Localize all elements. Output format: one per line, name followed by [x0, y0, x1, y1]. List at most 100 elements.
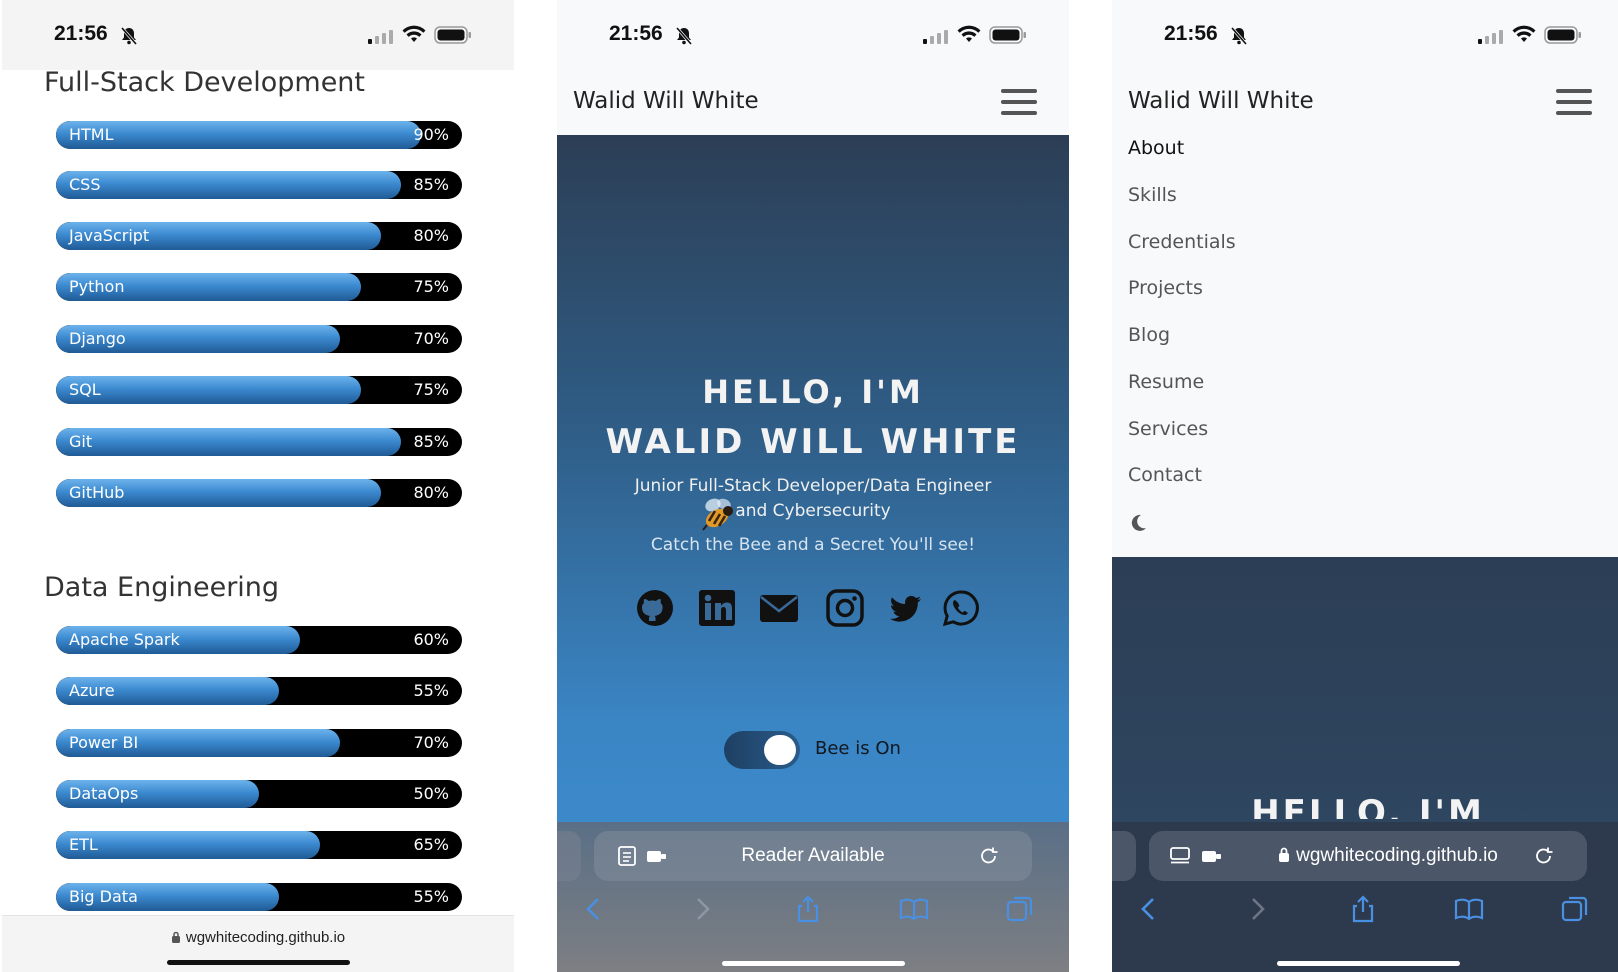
- wifi-icon: [402, 25, 426, 42]
- skill-percent: 50%: [413, 784, 449, 803]
- reload-icon[interactable]: [978, 846, 1000, 866]
- address-text: Reader Available: [741, 845, 885, 866]
- skill-percent: 70%: [413, 733, 449, 752]
- bookmarks-icon[interactable]: [899, 894, 929, 924]
- skill-name: Apache Spark: [69, 630, 180, 649]
- section-title-fullstack: Full-Stack Development: [44, 67, 366, 98]
- status-time: 21:56: [54, 22, 108, 45]
- safari-compact-address-bar[interactable]: wgwhitecoding.github.io: [2, 915, 514, 972]
- skill-percent: 90%: [413, 125, 449, 144]
- skill-name: Git: [69, 432, 93, 451]
- github-icon[interactable]: [635, 588, 675, 628]
- home-indicator: [1277, 961, 1460, 966]
- safari-toolbar: Reader Available: [557, 822, 1069, 972]
- skill-bar: HTML 90%: [56, 121, 462, 149]
- nav-link-services[interactable]: Services: [1128, 418, 1208, 440]
- bookmarks-icon[interactable]: [1454, 894, 1484, 924]
- forward-icon[interactable]: [687, 894, 717, 924]
- skill-bar: DataOps 50%: [56, 780, 462, 808]
- skill-percent: 85%: [413, 432, 449, 451]
- whatsapp-icon[interactable]: [941, 588, 981, 628]
- silent-bell-icon: [675, 27, 693, 45]
- back-icon[interactable]: [1134, 894, 1164, 924]
- skill-name: GitHub: [69, 483, 125, 502]
- wifi-icon: [957, 25, 981, 42]
- skill-bar-fill: [56, 428, 402, 456]
- skill-bar-fill: [56, 171, 402, 199]
- twitter-icon[interactable]: [885, 588, 925, 628]
- skill-bar: Git 85%: [56, 428, 462, 456]
- hero-tagline: Catch the Bee and a Secret You'll see!: [650, 535, 976, 555]
- linkedin-icon[interactable]: [697, 588, 737, 628]
- back-icon[interactable]: [579, 894, 609, 924]
- instagram-icon[interactable]: [825, 588, 865, 628]
- social-links: [635, 588, 995, 628]
- silent-bell-icon: [120, 27, 138, 45]
- address-url-text: wgwhitecoding.github.io: [1296, 845, 1498, 866]
- skill-name: Django: [69, 329, 126, 348]
- safari-toolbar: wgwhitecoding.github.io: [1112, 822, 1618, 972]
- skill-percent: 60%: [413, 630, 449, 649]
- address-bar[interactable]: Reader Available: [594, 831, 1032, 881]
- status-bar: 21:56: [2, 0, 514, 70]
- skill-percent: 85%: [413, 175, 449, 194]
- cell-signal-icon: [1478, 30, 1503, 44]
- email-icon[interactable]: [759, 588, 799, 628]
- nav-link-contact[interactable]: Contact: [1128, 464, 1202, 486]
- address-url[interactable]: wgwhitecoding.github.io: [2, 929, 514, 946]
- skill-bar: Python 75%: [56, 273, 462, 301]
- skill-name: SQL: [69, 380, 101, 399]
- skill-percent: 70%: [413, 329, 449, 348]
- nav-link-about[interactable]: About: [1128, 137, 1184, 159]
- hamburger-menu-button[interactable]: [1556, 87, 1594, 119]
- site-brand[interactable]: Walid Will White: [573, 88, 759, 114]
- skill-bar: Power BI 70%: [56, 729, 462, 757]
- bee-toggle-switch[interactable]: [724, 731, 800, 769]
- home-indicator: [722, 961, 905, 966]
- hero-subtitle-1: Junior Full-Stack Developer/Data Enginee…: [634, 476, 992, 496]
- skill-bar: Apache Spark 60%: [56, 626, 462, 654]
- hero-name: WALID WILL WHITE: [605, 422, 1021, 462]
- status-time: 21:56: [609, 22, 663, 45]
- nav-link-blog[interactable]: Blog: [1128, 324, 1170, 346]
- skill-name: ETL: [69, 835, 98, 854]
- previous-tab-stub[interactable]: [557, 831, 581, 881]
- site-navbar: Walid Will White: [1112, 70, 1618, 135]
- skill-bar: ETL 65%: [56, 831, 462, 859]
- tabs-icon[interactable]: [1560, 894, 1590, 924]
- skill-percent: 55%: [413, 681, 449, 700]
- skill-percent: 75%: [413, 277, 449, 296]
- cell-signal-icon: [923, 30, 948, 44]
- site-brand[interactable]: Walid Will White: [1128, 88, 1314, 114]
- skill-name: DataOps: [69, 784, 139, 803]
- reload-icon[interactable]: [1533, 846, 1555, 866]
- wifi-icon: [1512, 25, 1536, 42]
- share-icon[interactable]: [1348, 894, 1378, 924]
- hero-greeting-peek: HELLO, I'M: [1251, 793, 1485, 819]
- section-title-data-engineering: Data Engineering: [44, 572, 280, 603]
- nav-link-skills[interactable]: Skills: [1128, 184, 1177, 206]
- skill-bar: JavaScript 80%: [56, 222, 462, 250]
- nav-link-credentials[interactable]: Credentials: [1128, 231, 1236, 253]
- address-bar[interactable]: wgwhitecoding.github.io: [1149, 831, 1587, 881]
- forward-icon[interactable]: [1242, 894, 1272, 924]
- hamburger-menu-button[interactable]: [1001, 87, 1039, 119]
- skill-bar: CSS 85%: [56, 171, 462, 199]
- hero-subtitle-2: and Cybersecurity: [735, 501, 891, 521]
- tabs-icon[interactable]: [1005, 894, 1035, 924]
- skill-name: HTML: [69, 125, 114, 144]
- moon-icon[interactable]: [1128, 513, 1148, 533]
- bee-icon[interactable]: [697, 495, 741, 535]
- bee-toggle-label: Bee is On: [815, 738, 901, 759]
- share-icon[interactable]: [793, 894, 823, 924]
- hero-greeting: HELLO, I'M: [702, 373, 924, 411]
- skill-percent: 65%: [413, 835, 449, 854]
- address-url-text: wgwhitecoding.github.io: [185, 929, 346, 946]
- skill-bar: Django 70%: [56, 325, 462, 353]
- lock-icon: [1279, 847, 1290, 862]
- skill-name: Power BI: [69, 733, 139, 752]
- hamburger-line: [1556, 100, 1592, 104]
- previous-tab-stub[interactable]: [1112, 831, 1136, 881]
- nav-link-resume[interactable]: Resume: [1128, 371, 1204, 393]
- nav-link-projects[interactable]: Projects: [1128, 277, 1203, 299]
